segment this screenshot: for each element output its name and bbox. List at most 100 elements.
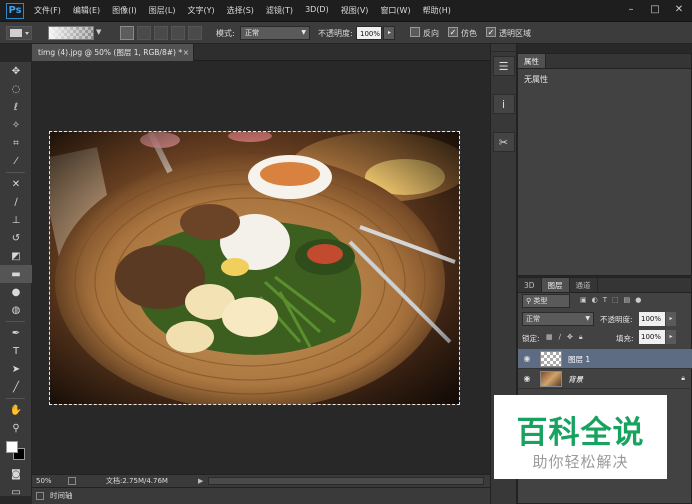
zoom-level[interactable]: 50% xyxy=(36,475,52,487)
close-icon[interactable]: × xyxy=(183,44,189,61)
eye-icon[interactable]: ◉ xyxy=(522,374,532,384)
layer-filter-select[interactable]: ⚲ 类型 xyxy=(522,294,570,308)
menu-filter[interactable]: 滤镜(T) xyxy=(266,5,293,16)
tab-layers[interactable]: 图层 xyxy=(541,278,570,292)
marquee-tool[interactable]: ◌ xyxy=(0,80,32,98)
tools-icon: ✂ xyxy=(498,135,509,149)
linear-gradient-button[interactable] xyxy=(120,26,134,40)
line-tool[interactable]: ╱ xyxy=(0,378,32,396)
path-selection-tool[interactable]: ➤ xyxy=(0,360,32,378)
opacity-input[interactable]: 100% xyxy=(356,26,382,40)
lock-position-icon[interactable]: ✥ xyxy=(567,333,573,342)
layer-name: 图层 1 xyxy=(568,355,591,364)
clone-stamp-tool[interactable]: ⊥ xyxy=(0,211,32,229)
menu-layer[interactable]: 图层(L) xyxy=(149,5,176,16)
lock-transparency-icon[interactable]: ▦ xyxy=(546,333,553,342)
gradient-preview[interactable] xyxy=(48,26,94,40)
layer-row-background[interactable]: ◉ 背景 🔒︎ xyxy=(518,369,692,389)
eraser-tool[interactable]: ◩ xyxy=(0,247,32,265)
menu-image[interactable]: 图像(I) xyxy=(112,5,137,16)
diamond-gradient-button[interactable] xyxy=(188,26,202,40)
move-tool[interactable]: ✥ xyxy=(0,62,32,80)
angle-gradient-button[interactable] xyxy=(154,26,168,40)
type-filter-icon[interactable]: T xyxy=(603,296,607,304)
reverse-checkbox[interactable] xyxy=(410,27,420,37)
smart-object-filter-icon[interactable]: ▤ xyxy=(624,296,631,304)
brush-tool[interactable]: ∕ xyxy=(0,193,32,211)
type-tool[interactable]: T xyxy=(0,342,32,360)
screen-mode-button[interactable]: ▭ xyxy=(0,483,32,501)
dodge-tool[interactable]: ◍ xyxy=(0,301,32,319)
radial-gradient-button[interactable] xyxy=(137,26,151,40)
gradient-tool[interactable]: ▬ xyxy=(0,265,32,283)
quick-mask-button[interactable]: ◙ xyxy=(0,465,32,483)
timeline-panel-tab[interactable]: 时间轴 xyxy=(32,487,490,504)
layer-blend-mode-select[interactable]: 正常 ▼ xyxy=(522,312,594,326)
restore-button[interactable]: □ xyxy=(646,2,664,18)
tab-3d[interactable]: 3D xyxy=(518,278,542,292)
blur-tool[interactable]: ● xyxy=(0,283,32,301)
layer-name: 背景 xyxy=(568,375,583,384)
layer-opacity-dropdown[interactable]: ▸ xyxy=(666,312,676,326)
minimize-button[interactable]: – xyxy=(622,2,640,18)
chevron-right-icon: ▸ xyxy=(669,315,673,322)
eyedropper-tool[interactable]: ⁄ xyxy=(0,152,32,170)
tab-properties[interactable]: 属性 xyxy=(518,54,546,68)
lock-paint-icon[interactable]: ∕ xyxy=(559,333,561,342)
layer-thumbnail xyxy=(540,371,562,387)
lasso-tool[interactable]: ℓ xyxy=(0,98,32,116)
document-canvas-photo[interactable] xyxy=(49,131,460,405)
info-panel-button[interactable]: ⅰ xyxy=(492,94,515,114)
color-swatches xyxy=(0,437,32,465)
gradient-type-group xyxy=(120,26,202,40)
dither-checkbox[interactable]: ✓ xyxy=(448,27,458,37)
adjustment-filter-icon[interactable]: ◐ xyxy=(592,296,598,304)
tool-preset-picker[interactable] xyxy=(6,26,32,40)
tab-channels[interactable]: 通道 xyxy=(570,278,598,292)
layer-opacity-label: 不透明度: xyxy=(600,315,633,324)
info-icon: ⅰ xyxy=(501,97,506,111)
layer-row-layer1[interactable]: ◉ 图层 1 xyxy=(518,349,692,369)
document-tab[interactable]: timg (4).jpg @ 50% (图层 1, RGB/8#) * × xyxy=(32,44,194,61)
menu-file[interactable]: 文件(F) xyxy=(34,5,61,16)
mode-select[interactable]: 正常 ▼ xyxy=(240,26,310,40)
chevron-down-icon[interactable]: ▼ xyxy=(96,28,101,36)
pen-tool[interactable]: ✒ xyxy=(0,324,32,342)
fill-input[interactable]: 100% xyxy=(639,330,665,344)
reflected-gradient-button[interactable] xyxy=(171,26,185,40)
transparency-checkbox[interactable]: ✓ xyxy=(486,27,496,37)
arrow-icon: ➤ xyxy=(11,363,21,375)
menu-help[interactable]: 帮助(H) xyxy=(423,5,451,16)
healing-brush-tool[interactable]: ✕ xyxy=(0,175,32,193)
lock-all-icon[interactable]: 🔒︎ xyxy=(579,333,583,342)
chevron-down-icon: ▼ xyxy=(585,315,590,322)
crop-tool[interactable]: ⌗ xyxy=(0,134,32,152)
opacity-dropdown[interactable]: ▸ xyxy=(383,26,395,40)
eye-icon[interactable]: ◉ xyxy=(522,354,532,364)
status-icon[interactable] xyxy=(68,477,76,485)
hand-tool[interactable]: ✋ xyxy=(0,401,32,419)
menu-edit[interactable]: 编辑(E) xyxy=(73,5,100,16)
history-panel-button[interactable]: ☰ xyxy=(492,56,515,76)
fill-dropdown[interactable]: ▸ xyxy=(666,330,676,344)
shape-filter-icon[interactable]: ⬚ xyxy=(612,296,619,304)
menu-window[interactable]: 窗口(W) xyxy=(380,5,410,16)
chevron-right-icon[interactable]: ▶ xyxy=(198,475,203,487)
magic-wand-tool[interactable]: ✧ xyxy=(0,116,32,134)
zoom-tool[interactable]: ⚲ xyxy=(0,419,32,437)
lock-icons: ▦ ∕ ✥ 🔒︎ xyxy=(546,333,583,342)
menu-type[interactable]: 文字(Y) xyxy=(187,5,214,16)
menu-view[interactable]: 视图(V) xyxy=(341,5,369,16)
close-button[interactable]: ✕ xyxy=(670,2,688,18)
layers-panel-tabs: 3D 图层 通道 xyxy=(518,278,691,293)
filter-toggle-icon[interactable]: ● xyxy=(635,296,641,304)
foreground-color-swatch[interactable] xyxy=(6,441,18,453)
properties-panel-tabs: 属性 xyxy=(518,54,691,69)
history-brush-tool[interactable]: ↺ xyxy=(0,229,32,247)
menu-select[interactable]: 选择(S) xyxy=(227,5,254,16)
tool-presets-button[interactable]: ✂ xyxy=(492,132,515,152)
layer-opacity-input[interactable]: 100% xyxy=(639,312,665,326)
pixel-filter-icon[interactable]: ▣ xyxy=(580,296,587,304)
horizontal-scrollbar[interactable] xyxy=(208,477,484,485)
menu-3d[interactable]: 3D(D) xyxy=(305,5,329,16)
